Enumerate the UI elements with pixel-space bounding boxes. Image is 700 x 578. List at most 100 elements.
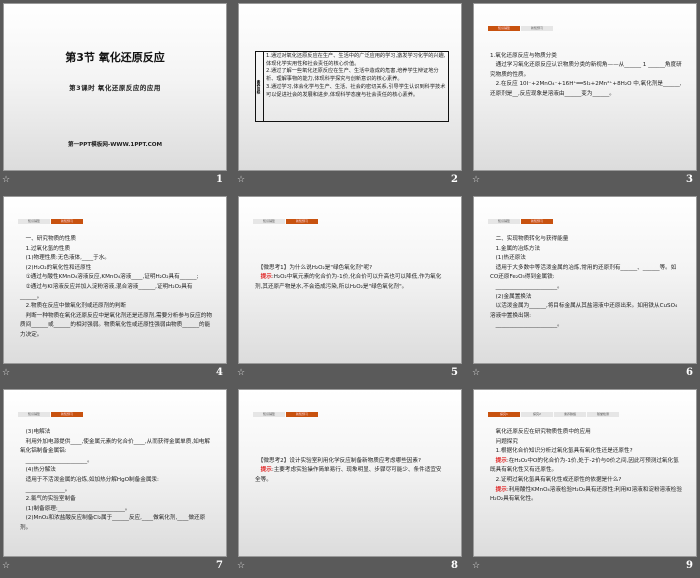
slide-tab: 新知预习	[286, 412, 318, 417]
slide-number: 3	[686, 174, 693, 185]
slide-tabs: 知识铺垫 新知预习	[18, 412, 83, 417]
slide-preview[interactable]: 探究1 探究2 素养脉络 随堂检测 氧化还原反应在研究物质性质中的应用 问题探究 1.…	[473, 389, 697, 557]
slide-footer-bar: ☆ 9	[470, 560, 697, 576]
text-line: 1.氧化还原反应与物质分类	[490, 52, 557, 59]
slide-body: 氧化还原反应在研究物质性质中的应用 问题探究 1.根据化合价知识分析过氧化氢具有…	[490, 428, 682, 505]
text-line: 1.过氧化氢的性质	[20, 245, 71, 252]
star-icon[interactable]: ☆	[237, 561, 245, 571]
slide-tabs: 知识铺垫 新知预习	[488, 26, 553, 31]
slide-footer: 第一PPT模板网-WWW.1PPT.COM	[67, 142, 163, 148]
text-line: 利用外加电源提供____,使金属元素的化合价____,从而获得金属单质,如电解氧…	[20, 438, 210, 455]
slide-thumbnail-6[interactable]: 知识铺垫 新知预习 二、实现物质转化与获得能量 1.金属的冶炼方法 (1)热还原法…	[470, 193, 700, 385]
star-icon[interactable]: ☆	[472, 175, 480, 185]
slide-tab: 素养脉络	[554, 412, 586, 417]
slide-tab: 新知预习	[51, 412, 83, 417]
slide-number: 7	[216, 560, 223, 571]
hint-label: 提示	[260, 467, 272, 474]
text-line: 1.金属的冶炼方法	[490, 245, 541, 252]
text-line: 提示:在H₂O₂中O的化合价为-1价,处于-2价与0价之间,因此可预测过氧化氢既…	[490, 457, 679, 474]
slide-tab: 知识铺垫	[253, 412, 285, 417]
slide-thumbnail-1[interactable]: 第3节 氧化还原反应 第3课时 氧化还原反应的应用 第一PPT模板网-WWW.1PP…	[0, 0, 233, 192]
text-line: ______________________。	[490, 322, 563, 329]
text-line: 以活泼金属为______,将目标金属从其盐溶液中还原出来。如用铁从CuSO₄溶液…	[490, 303, 678, 319]
hint-label: 提示	[495, 457, 507, 464]
hint-label: 提示	[495, 486, 507, 493]
slide-thumbnail-2[interactable]: 素养目标 1.通过对氧化还原反应在生产、生活中的广泛应用的学习,激发学习化学的兴趣…	[235, 0, 468, 192]
objective-line: 1.通过对氧化还原反应在生产、生活中的广泛应用的学习,激发学习化学的兴趣,体现化…	[266, 53, 446, 67]
text-line: (3)电解法	[20, 429, 51, 435]
slide-preview[interactable]: 知识铺垫 新知预习 一、研究物质的性质 1.过氧化氢的性质 (1)物理性质:无色液…	[3, 196, 227, 364]
slide-tab: 随堂检测	[587, 412, 619, 417]
text-line: 判断一种物质在氧化还原反应中是氧化剂还是还原剂,需要分析参与反应的物质间____…	[20, 312, 212, 338]
slide-thumbnail-4[interactable]: 知识铺垫 新知预习 一、研究物质的性质 1.过氧化氢的性质 (1)物理性质:无色液…	[0, 193, 233, 385]
text-line	[255, 254, 447, 264]
slide-tab: 新知预习	[521, 219, 553, 224]
text-line: 【微思考2】设计实验室利用化学反应制备新物质应考虑哪些因素?	[255, 457, 421, 464]
text-line: 【微思考1】为什么说H₂O₂是"绿色氧化剂"呢?	[255, 264, 373, 271]
text-line	[255, 245, 447, 255]
text-line: 提示:利用酸性KMnO₄溶液检验H₂O₂具有还原性;利用KI溶液和淀粉溶液检验H…	[490, 486, 682, 503]
slide-body: 二、实现物质转化与获得能量 1.金属的冶炼方法 (1)热还原法 适用于大多数中等…	[490, 235, 682, 331]
text-line: 提示:H₂O₂中氧元素的化合价为-1价,化合价可以升高也可以降低,作为氧化剂,其…	[255, 274, 442, 290]
slide-thumbnail-5[interactable]: 知识铺垫 新知预习 【微思考1】为什么说H₂O₂是"绿色氧化剂"呢? 提示:H₂O…	[235, 193, 468, 385]
slide-preview[interactable]: 知识铺垫 新知预习 【微思考1】为什么说H₂O₂是"绿色氧化剂"呢? 提示:H₂O…	[238, 196, 462, 364]
text-line: 2.物质在反应中做氧化剂或还原剂的判断	[20, 303, 127, 310]
slide-tab: 知识铺垫	[18, 219, 50, 224]
objectives-label: 素养目标	[256, 52, 264, 121]
text-line: ②通过与KI溶液反应并加入淀粉溶液,混合溶液______,证明H₂O₂具有___…	[20, 283, 193, 300]
slide-tabs: 知识铺垫 新知预习	[488, 219, 553, 224]
text-line: ①通过与酸性KMnO₄溶液反应,KMnO₄溶液____,证明H₂O₂具有____…	[20, 274, 199, 281]
text-line: 1.根据化合价知识分析过氧化氢具有氧化性还是还原性?	[490, 448, 633, 455]
text-line	[255, 235, 447, 245]
text-line: 二、实现物质转化与获得能量	[490, 236, 569, 242]
text-line: 2.证明过氧化氢具有氧化性或还原性的依据是什么?	[490, 476, 622, 483]
star-icon[interactable]: ☆	[2, 175, 10, 185]
star-icon[interactable]: ☆	[237, 368, 245, 378]
text-line: (4)热分解法	[20, 467, 56, 474]
slide-tab: 探究2	[521, 412, 553, 417]
text-line	[490, 42, 682, 52]
slide-body: (3)电解法 利用外加电源提供____,使金属元素的化合价____,从而获得金属…	[20, 428, 212, 534]
text-line: (1)物理性质:无色液体,____于水。	[20, 255, 110, 262]
slide-preview[interactable]: 知识铺垫 新知预习 (3)电解法 利用外加电源提供____,使金属元素的化合价__…	[3, 389, 227, 557]
text-line: (1)制备原理:________________________。	[20, 505, 131, 512]
slide-preview[interactable]: 知识铺垫 新知预习 【微思考2】设计实验室利用化学反应制备新物质应考虑哪些因素? …	[238, 389, 462, 557]
slide-preview[interactable]: 素养目标 1.通过对氧化还原反应在生产、生活中的广泛应用的学习,激发学习化学的兴趣…	[238, 3, 462, 171]
star-icon[interactable]: ☆	[2, 368, 10, 378]
slide-footer-bar: ☆ 2	[235, 174, 462, 190]
slide-thumbnail-9[interactable]: 探究1 探究2 素养脉络 随堂检测 氧化还原反应在研究物质性质中的应用 问题探究 1.…	[470, 386, 700, 578]
slide-body: 一、研究物质的性质 1.过氧化氢的性质 (1)物理性质:无色液体,____于水。…	[20, 235, 212, 341]
slide-tab: 新知预习	[286, 219, 318, 224]
star-icon[interactable]: ☆	[472, 561, 480, 571]
slide-number: 8	[451, 560, 458, 571]
slide-preview[interactable]: 第3节 氧化还原反应 第3课时 氧化还原反应的应用 第一PPT模板网-WWW.1PP…	[3, 3, 227, 171]
text-line: 提示:主要考虑实验操作简单易行、现象明显、步骤尽可能少、条件适宜安全等。	[255, 467, 442, 483]
slide-thumbnail-8[interactable]: 知识铺垫 新知预习 【微思考2】设计实验室利用化学反应制备新物质应考虑哪些因素? …	[235, 386, 468, 578]
star-icon[interactable]: ☆	[472, 368, 480, 378]
slide-body: 1.氧化还原反应与物质分类 通过学习氧化还原反应认识物质分类的新视角——从___…	[490, 42, 682, 100]
slide-body: 【微思考1】为什么说H₂O₂是"绿色氧化剂"呢? 提示:H₂O₂中氧元素的化合价…	[255, 235, 447, 293]
slide-tabs: 知识铺垫 新知预习	[18, 219, 83, 224]
slide-preview[interactable]: 知识铺垫 新知预习 二、实现物质转化与获得能量 1.金属的冶炼方法 (1)热还原法…	[473, 196, 697, 364]
text-line: ______________________。	[490, 283, 563, 290]
objective-line: 2.通过了解一些氧化还原反应在生产、生活中造成的危害,培养学生辩证地分析、理解事…	[266, 68, 439, 83]
slide-thumbnail-7[interactable]: 知识铺垫 新知预习 (3)电解法 利用外加电源提供____,使金属元素的化合价__…	[0, 386, 233, 578]
star-icon[interactable]: ☆	[2, 561, 10, 571]
slide-thumbnail-3[interactable]: 知识铺垫 新知预习 1.氧化还原反应与物质分类 通过学习氧化还原反应认识物质分类的…	[470, 0, 700, 192]
slide-tabs: 知识铺垫 新知预习	[253, 219, 318, 224]
slide-tab: 新知预习	[51, 219, 83, 224]
star-icon[interactable]: ☆	[237, 175, 245, 185]
slide-footer-bar: ☆ 4	[0, 367, 227, 383]
slide-preview[interactable]: 知识铺垫 新知预习 1.氧化还原反应与物质分类 通过学习氧化还原反应认识物质分类的…	[473, 3, 697, 171]
slide-footer-bar: ☆ 6	[470, 367, 697, 383]
hint-label: 提示	[260, 274, 272, 281]
text-line: 通过学习氧化还原反应认识物质分类的新视角——从______ 1 ______角度…	[490, 62, 682, 78]
text-line: 氧化还原反应在研究物质性质中的应用	[490, 429, 591, 435]
slide-tabs: 知识铺垫 新知预习	[253, 412, 318, 417]
text-line: (2)金属置换法	[490, 293, 532, 300]
slide-footer-bar: ☆ 3	[470, 174, 697, 190]
text-line: 一、研究物质的性质	[20, 236, 76, 242]
slide-subtitle: 第3课时 氧化还原反应的应用	[69, 84, 161, 92]
text-line: (2)MnO₂和浓盐酸反应制备Cl₂属于______反应,____做氧化剂,__…	[20, 515, 206, 531]
text-line: 2.氯气的实验室制备	[20, 496, 76, 503]
